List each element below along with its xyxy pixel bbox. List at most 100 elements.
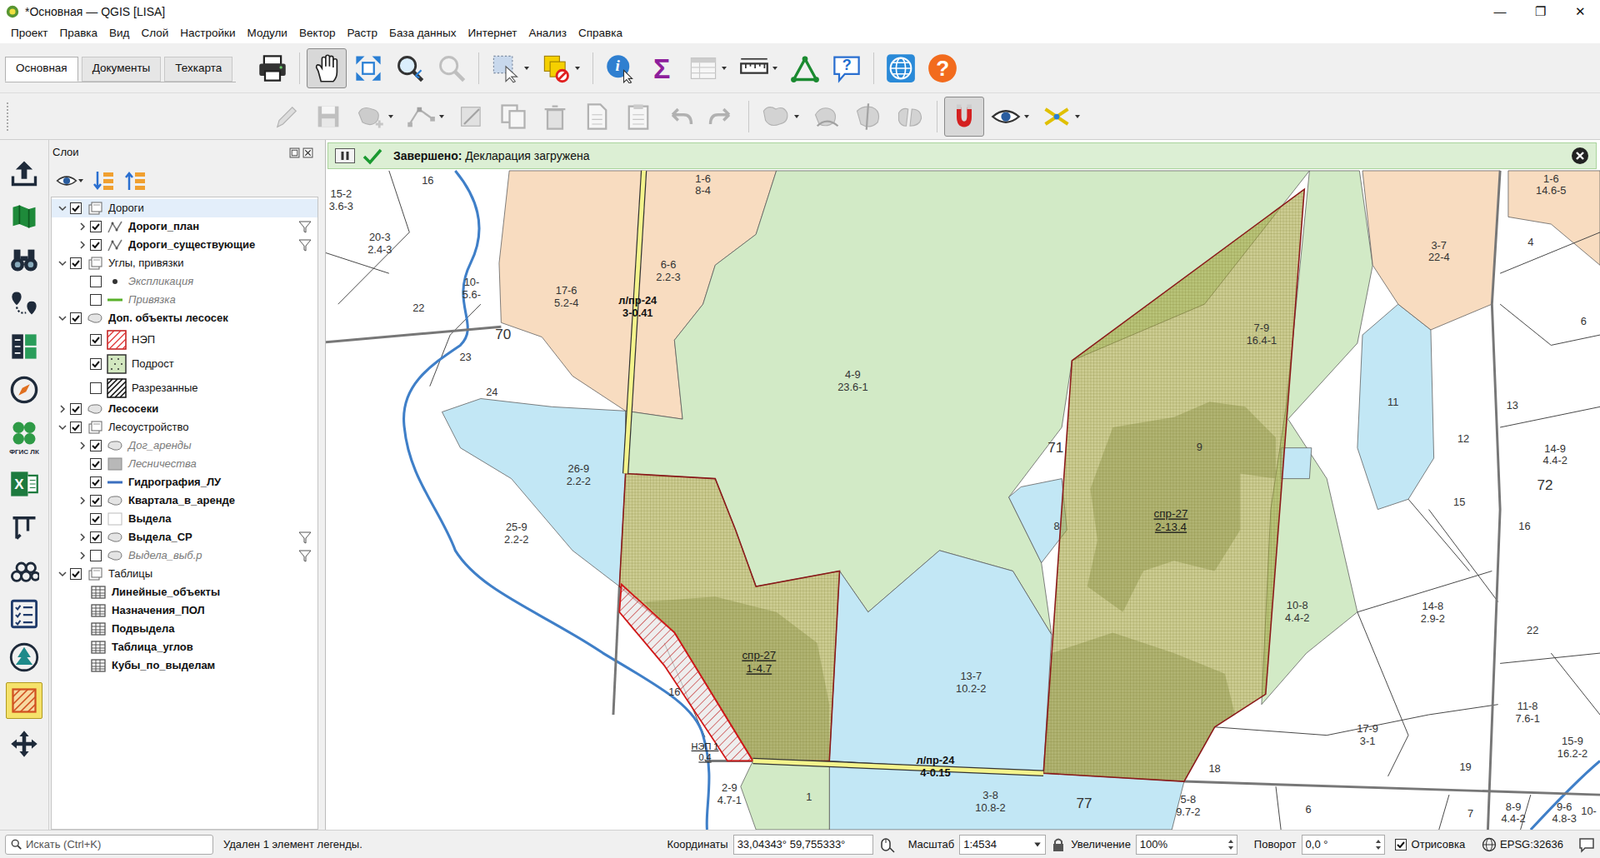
magnifier-input[interactable]: [1136, 836, 1228, 854]
layer-checkbox[interactable]: [90, 220, 102, 233]
redo-button[interactable]: [701, 96, 742, 137]
expand-arrow[interactable]: [55, 404, 70, 415]
rotation-input[interactable]: [1302, 836, 1375, 854]
layer-checkbox[interactable]: [70, 312, 82, 325]
upload-tool-button[interactable]: [5, 155, 43, 192]
layer-row[interactable]: Кубы_по_выделам: [51, 656, 318, 675]
binoculars-tool-button[interactable]: [5, 241, 43, 279]
nep-area[interactable]: [619, 585, 753, 762]
layer-row[interactable]: Разрезанные: [51, 375, 318, 400]
expand-all-button[interactable]: [92, 169, 116, 193]
split-button[interactable]: [848, 96, 889, 137]
dropdown-arrow[interactable]: [387, 113, 395, 120]
layer-checkbox[interactable]: [90, 239, 102, 251]
identify-button[interactable]: i: [600, 48, 640, 89]
layer-row[interactable]: Выдела: [51, 510, 318, 529]
help-button[interactable]: ?: [922, 48, 963, 89]
menu-item[interactable]: Модули: [241, 25, 294, 42]
menu-item[interactable]: Настройки: [174, 25, 241, 42]
parcel[interactable]: [740, 760, 830, 830]
coordinates-input[interactable]: [734, 836, 873, 854]
parcel[interactable]: [1009, 479, 1068, 564]
vertex-button[interactable]: [400, 96, 450, 137]
expand-arrow[interactable]: [75, 532, 90, 543]
layer-checkbox[interactable]: [90, 382, 102, 395]
layer-row[interactable]: Лесничества: [51, 455, 318, 474]
filter-button[interactable]: [297, 548, 313, 564]
forest-tool-button[interactable]: [5, 639, 43, 676]
printer-button[interactable]: [252, 48, 293, 89]
layer-checkbox[interactable]: [90, 458, 102, 470]
caliper-tool-button[interactable]: [5, 509, 43, 546]
parcel[interactable]: [829, 550, 1052, 774]
fgis-tool-button[interactable]: ФГИС ЛК: [5, 415, 43, 460]
expand-arrow[interactable]: [55, 422, 70, 433]
logs-tool-button[interactable]: [5, 552, 43, 590]
road[interactable]: [753, 760, 1045, 774]
deselect-button[interactable]: [536, 48, 586, 89]
dropdown-arrow[interactable]: [438, 113, 445, 120]
add-feature-button[interactable]: [350, 96, 400, 137]
window-control-button[interactable]: ✕: [1560, 0, 1600, 24]
expand-arrow[interactable]: [75, 440, 90, 451]
toolbar-tab[interactable]: Документы: [81, 56, 162, 82]
save-button[interactable]: [308, 96, 349, 137]
crs-button[interactable]: EPSG:32636: [1481, 836, 1564, 854]
messages-button[interactable]: [1578, 836, 1595, 854]
layer-row[interactable]: Лесоустройство: [51, 418, 318, 437]
road[interactable]: [625, 170, 645, 474]
expand-arrow[interactable]: [55, 569, 70, 580]
reshape-button[interactable]: [806, 96, 847, 137]
render-checkbox[interactable]: [1395, 839, 1407, 851]
merge-button[interactable]: [755, 96, 805, 137]
search-box[interactable]: [5, 835, 214, 855]
zoom-last-button[interactable]: [431, 48, 472, 89]
expand-arrow[interactable]: [75, 221, 90, 232]
georef-button[interactable]: [785, 48, 825, 89]
layer-row[interactable]: Привязка: [51, 290, 318, 310]
layer-row[interactable]: Таблицы: [51, 565, 318, 584]
hatch-tool-button[interactable]: [5, 682, 43, 720]
magnifier-field[interactable]: [1135, 835, 1238, 855]
toolbar-handle[interactable]: [6, 102, 10, 131]
parcel[interactable]: [1362, 170, 1500, 330]
map-canvas[interactable]: 1615-23.6-320-32.4-31-68-46-62.2-317-65.…: [325, 140, 1600, 830]
menu-item[interactable]: Справка: [572, 25, 629, 42]
expand-arrow[interactable]: [75, 495, 90, 506]
filter-button[interactable]: [297, 219, 313, 235]
layer-row[interactable]: Таблица_углов: [51, 638, 318, 657]
cutting-area[interactable]: [1043, 189, 1305, 782]
window-control-button[interactable]: ❐: [1520, 0, 1560, 24]
calc-tool-button[interactable]: [5, 328, 43, 365]
layer-row[interactable]: Выдела_выб.р: [51, 546, 318, 565]
layer-row[interactable]: Доп. объекты лесосек: [51, 309, 318, 328]
layer-checkbox[interactable]: [90, 440, 102, 452]
expand-arrow[interactable]: [55, 313, 70, 324]
toolbar-tab[interactable]: Техкарта: [164, 56, 233, 82]
pan-button[interactable]: [306, 48, 347, 89]
layer-row[interactable]: Квартала_в_аренде: [51, 491, 318, 510]
search-input[interactable]: [25, 836, 208, 854]
measure-button[interactable]: [734, 48, 784, 89]
layer-row[interactable]: Лесосеки: [51, 400, 318, 419]
paste-button[interactable]: [618, 96, 659, 137]
menu-item[interactable]: Правка: [53, 25, 104, 42]
layer-checkbox[interactable]: [90, 294, 102, 306]
pause-button[interactable]: [335, 148, 355, 164]
parcel[interactable]: [441, 399, 625, 587]
layer-row[interactable]: Подвыдела: [51, 620, 318, 639]
dropdown-arrow[interactable]: [574, 65, 581, 72]
toolbar-tab[interactable]: Основная: [5, 56, 79, 82]
visibility-button[interactable]: [55, 170, 85, 192]
menu-item[interactable]: Проект: [5, 25, 54, 42]
close-message-button[interactable]: [1570, 146, 1590, 165]
coordinates-field[interactable]: [733, 835, 874, 855]
scale-input[interactable]: [960, 836, 1030, 854]
layer-checkbox[interactable]: [90, 358, 102, 370]
layer-row[interactable]: Линейные_объекты: [51, 583, 318, 602]
layer-checkbox[interactable]: [70, 257, 82, 270]
digitize-button[interactable]: [451, 96, 492, 137]
trace-button[interactable]: [1036, 96, 1086, 137]
filter-button[interactable]: [297, 237, 313, 253]
dropdown-arrow[interactable]: [771, 65, 779, 72]
